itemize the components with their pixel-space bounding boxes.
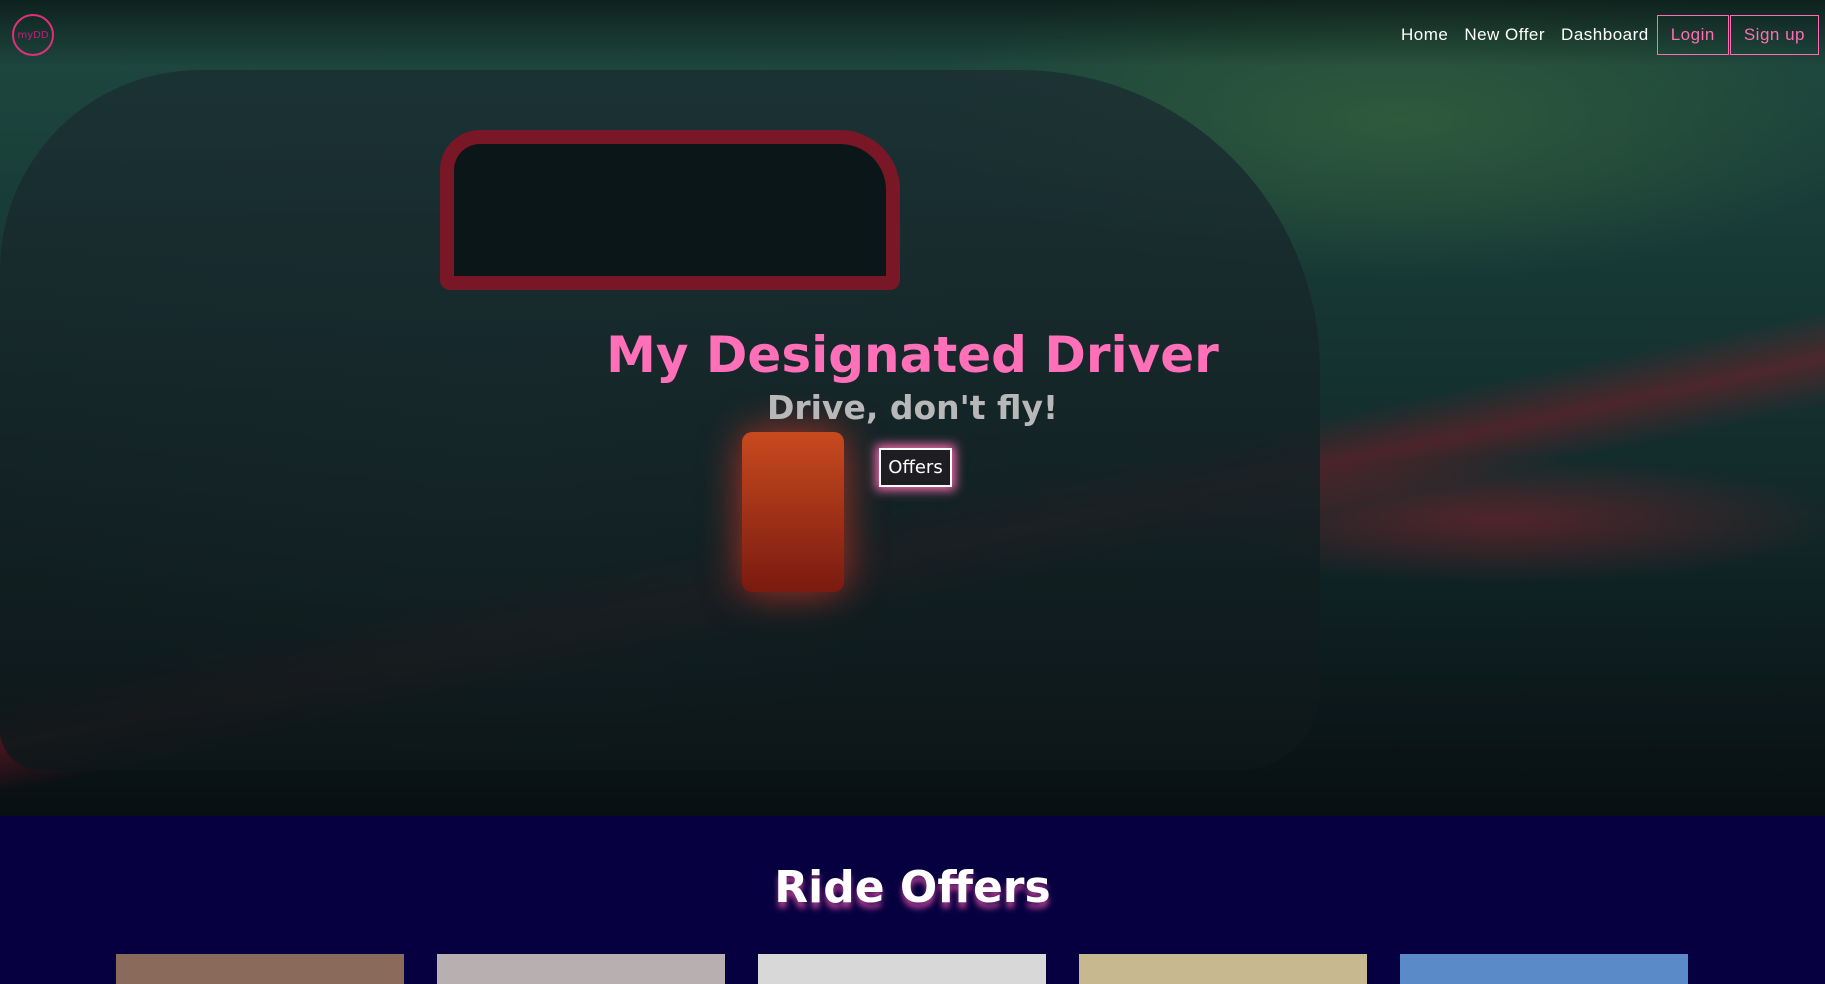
logo-text: myDD: [17, 29, 49, 41]
offers-button[interactable]: Offers: [879, 448, 952, 487]
offer-card-image[interactable]: [1400, 954, 1688, 984]
signup-button[interactable]: Sign up: [1729, 15, 1819, 55]
logo[interactable]: myDD: [12, 14, 54, 56]
offer-card-image[interactable]: [1079, 954, 1367, 984]
offer-card-image[interactable]: [116, 954, 404, 984]
hero-section: myDD Home New Offer Dashboard Login Sign…: [0, 0, 1825, 816]
hero-title: My Designated Driver: [606, 326, 1219, 384]
offer-card-image[interactable]: [758, 954, 1046, 984]
login-button[interactable]: Login: [1656, 15, 1729, 55]
nav-links: Home New Offer Dashboard Login Sign up: [1393, 15, 1820, 55]
navbar: myDD Home New Offer Dashboard Login Sign…: [0, 0, 1825, 66]
nav-home[interactable]: Home: [1401, 25, 1448, 45]
offer-cards: [116, 954, 1688, 984]
hero-background-window: [440, 130, 900, 290]
hero-subtitle: Drive, don't fly!: [766, 388, 1059, 427]
offer-card-image[interactable]: [437, 954, 725, 984]
hero-background-taillight: [742, 432, 844, 592]
nav-dashboard[interactable]: Dashboard: [1561, 25, 1649, 45]
ride-offers-heading: Ride Offers: [774, 862, 1051, 913]
nav-new-offer[interactable]: New Offer: [1464, 25, 1545, 45]
